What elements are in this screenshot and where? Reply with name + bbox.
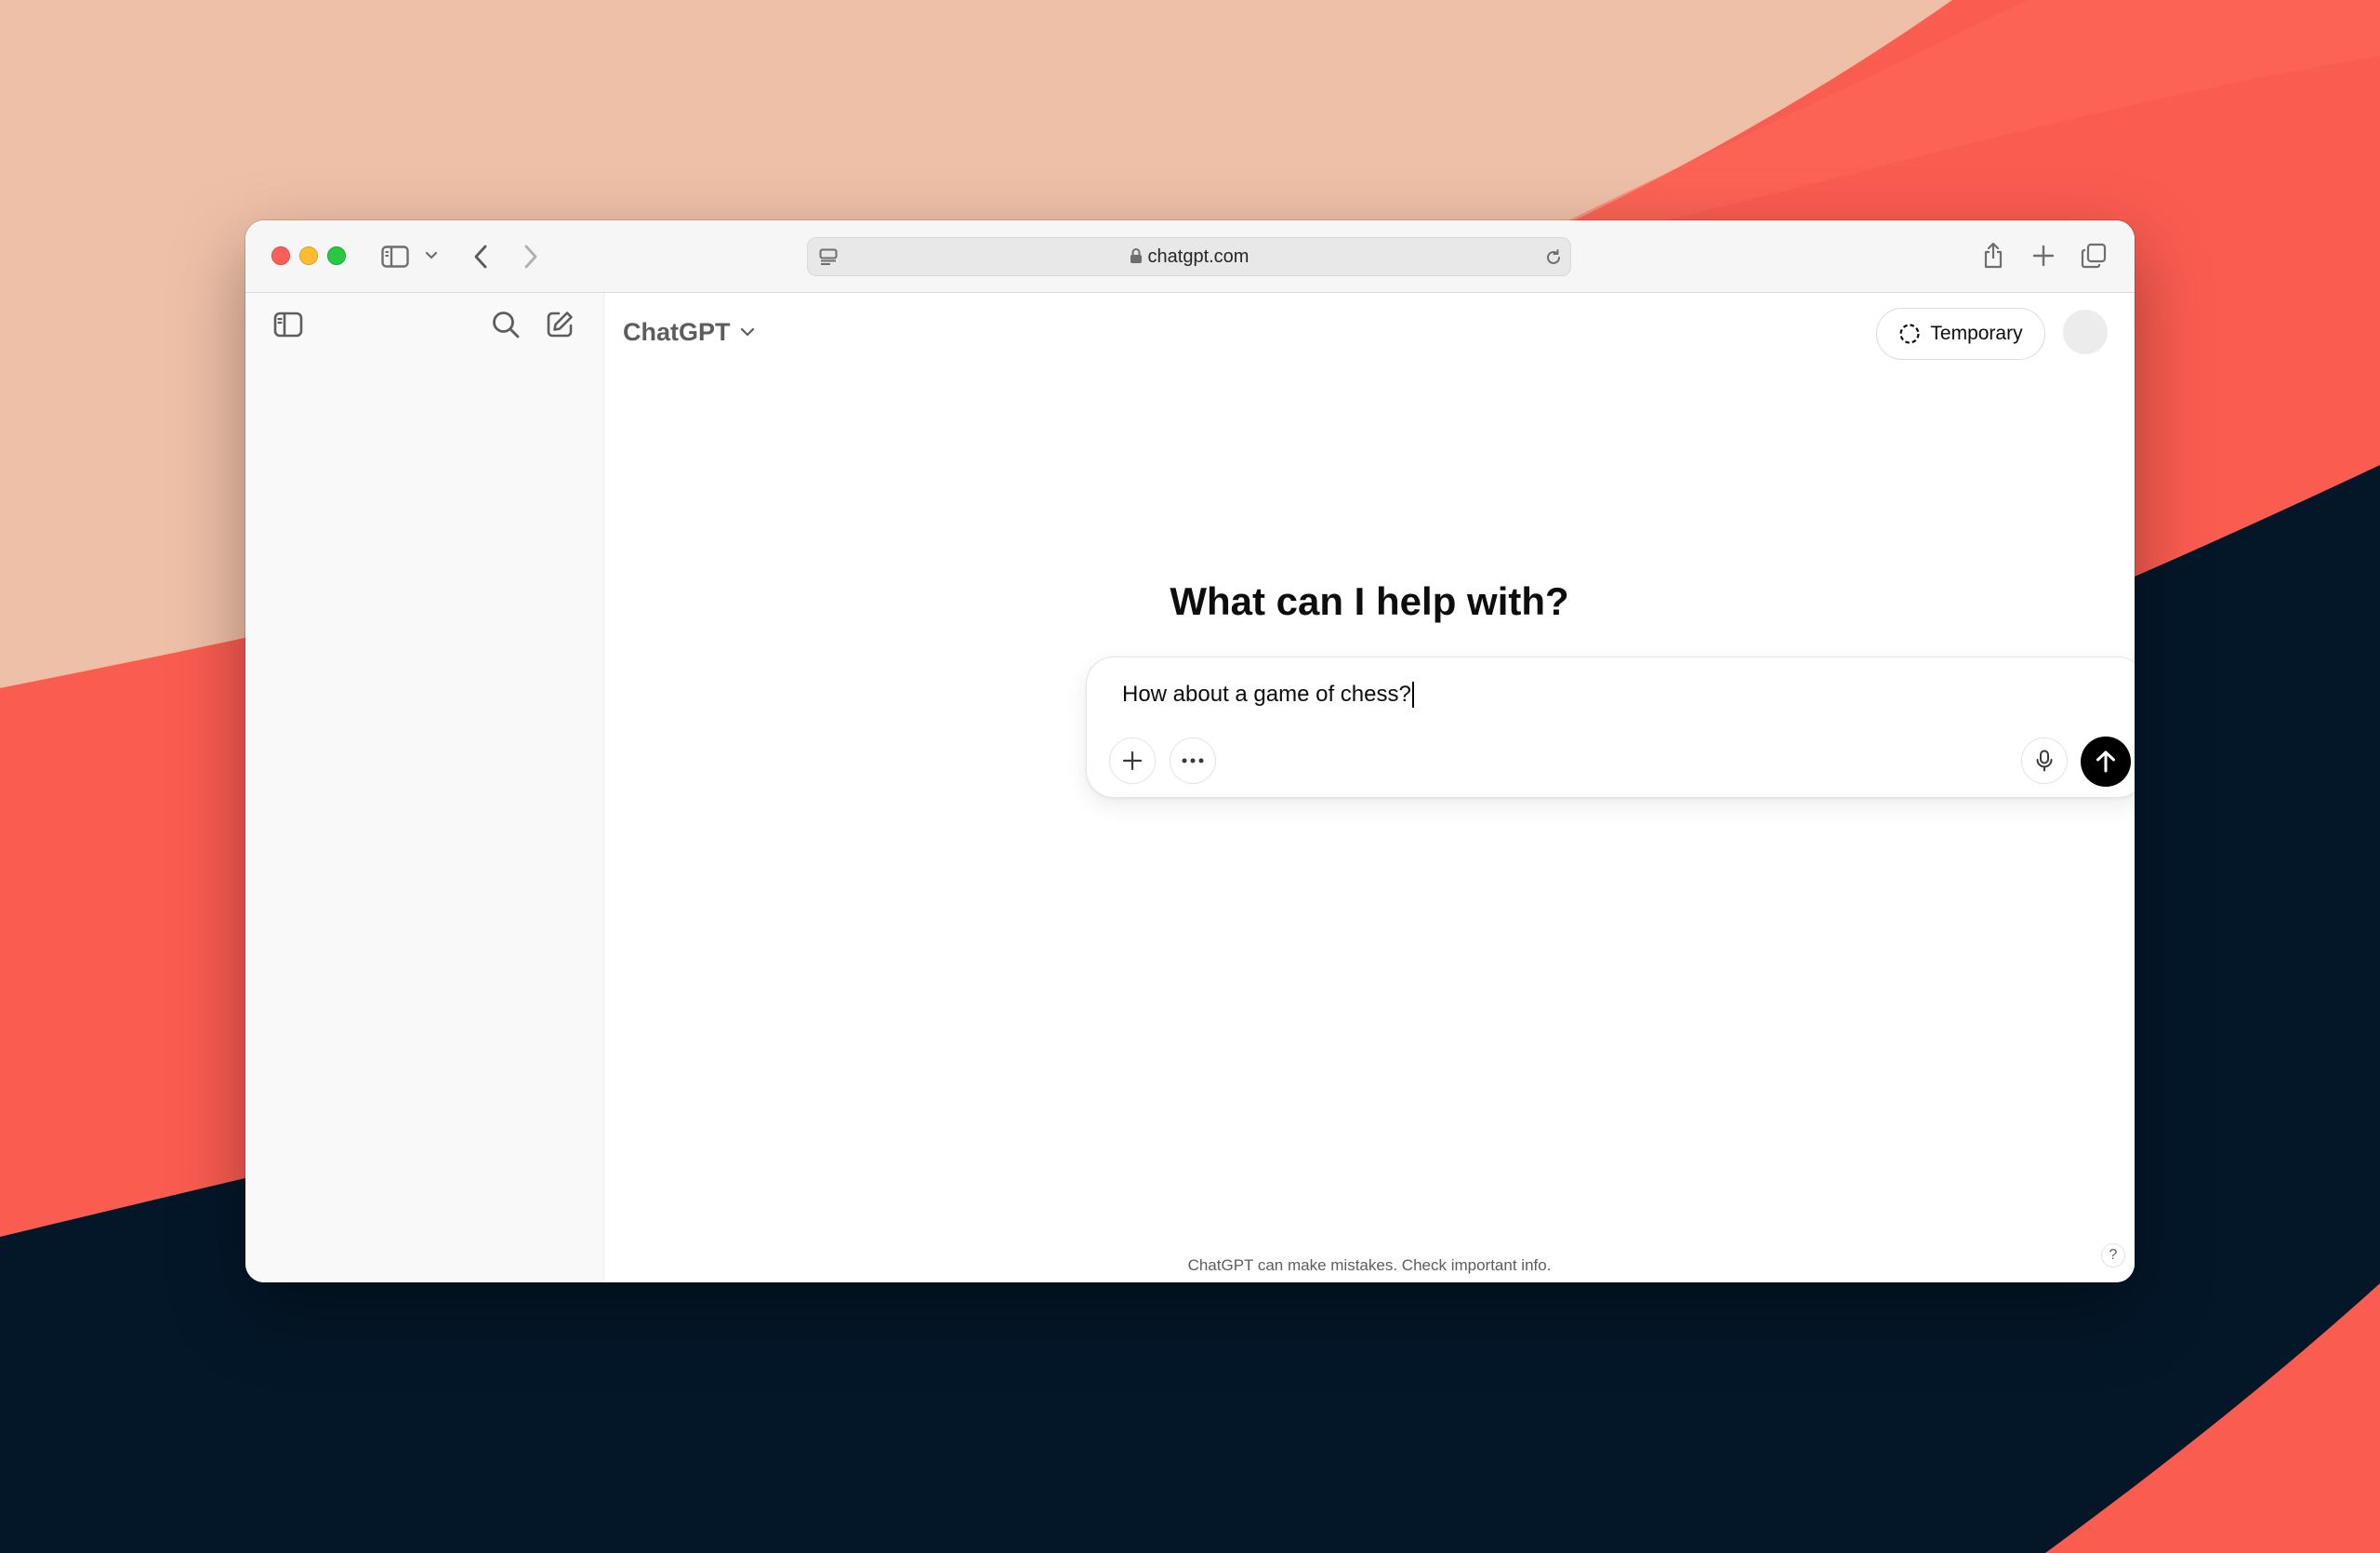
temporary-label: Temporary: [1930, 323, 2023, 344]
close-window-button[interactable]: [271, 246, 290, 265]
search-chats-button[interactable]: [485, 304, 526, 345]
address-bar[interactable]: chatgpt.com: [807, 237, 1571, 276]
model-name: ChatGPT: [623, 317, 731, 346]
chat-main: ChatGPT Temporary What can I help with? …: [604, 293, 2135, 1282]
chevron-down-icon: [740, 327, 755, 337]
share-icon[interactable]: [1977, 239, 2010, 272]
forward-icon[interactable]: [515, 241, 547, 272]
ellipsis-icon: [1182, 758, 1204, 763]
dashed-circle-icon: [1899, 324, 1920, 344]
temporary-chat-button[interactable]: Temporary: [1876, 308, 2045, 360]
microphone-icon: [2036, 750, 2053, 772]
sidebar: [245, 293, 604, 1282]
attach-button[interactable]: [1109, 737, 1156, 784]
avatar[interactable]: [2063, 310, 2108, 354]
compose-icon: [547, 312, 573, 338]
reload-icon[interactable]: [1542, 246, 1565, 269]
sidebar-toggle-button[interactable]: [268, 304, 309, 345]
chevron-down-icon[interactable]: [422, 246, 441, 265]
zoom-window-button[interactable]: [327, 246, 346, 265]
help-button[interactable]: ?: [2101, 1243, 2125, 1268]
url-text: chatgpt.com: [808, 238, 1570, 275]
browser-sidebar-icon[interactable]: [379, 243, 411, 271]
lock-icon: [1130, 240, 1143, 277]
minimize-window-button[interactable]: [299, 246, 318, 265]
text-caret: [1411, 682, 1414, 708]
arrow-up-icon: [2096, 750, 2115, 773]
tools-button[interactable]: [1170, 737, 1216, 784]
browser-window: chatgpt.com ChatGPT Temporary What can I…: [245, 220, 2135, 1282]
search-icon: [493, 312, 520, 338]
plus-icon: [1122, 750, 1143, 771]
new-tab-icon[interactable]: [2027, 239, 2060, 272]
composer: How about a game of chess?: [1086, 657, 2135, 798]
prompt-text: How about a game of chess?: [1122, 682, 1411, 707]
disclaimer: ChatGPT can make mistakes. Check importa…: [1187, 1256, 1552, 1274]
tab-overview-icon[interactable]: [2077, 239, 2110, 272]
send-button[interactable]: [2081, 737, 2131, 787]
page-title: What can I help with?: [1170, 579, 1569, 623]
model-switcher[interactable]: ChatGPT: [623, 313, 755, 351]
url-label: chatgpt.com: [1147, 246, 1250, 267]
voice-button[interactable]: [2021, 737, 2068, 784]
back-icon[interactable]: [465, 241, 496, 272]
prompt-input[interactable]: How about a game of chess?: [1122, 678, 2108, 711]
new-chat-button[interactable]: [539, 304, 580, 345]
browser-toolbar: chatgpt.com: [245, 220, 2135, 293]
sidebar-toggle-icon: [273, 312, 303, 338]
